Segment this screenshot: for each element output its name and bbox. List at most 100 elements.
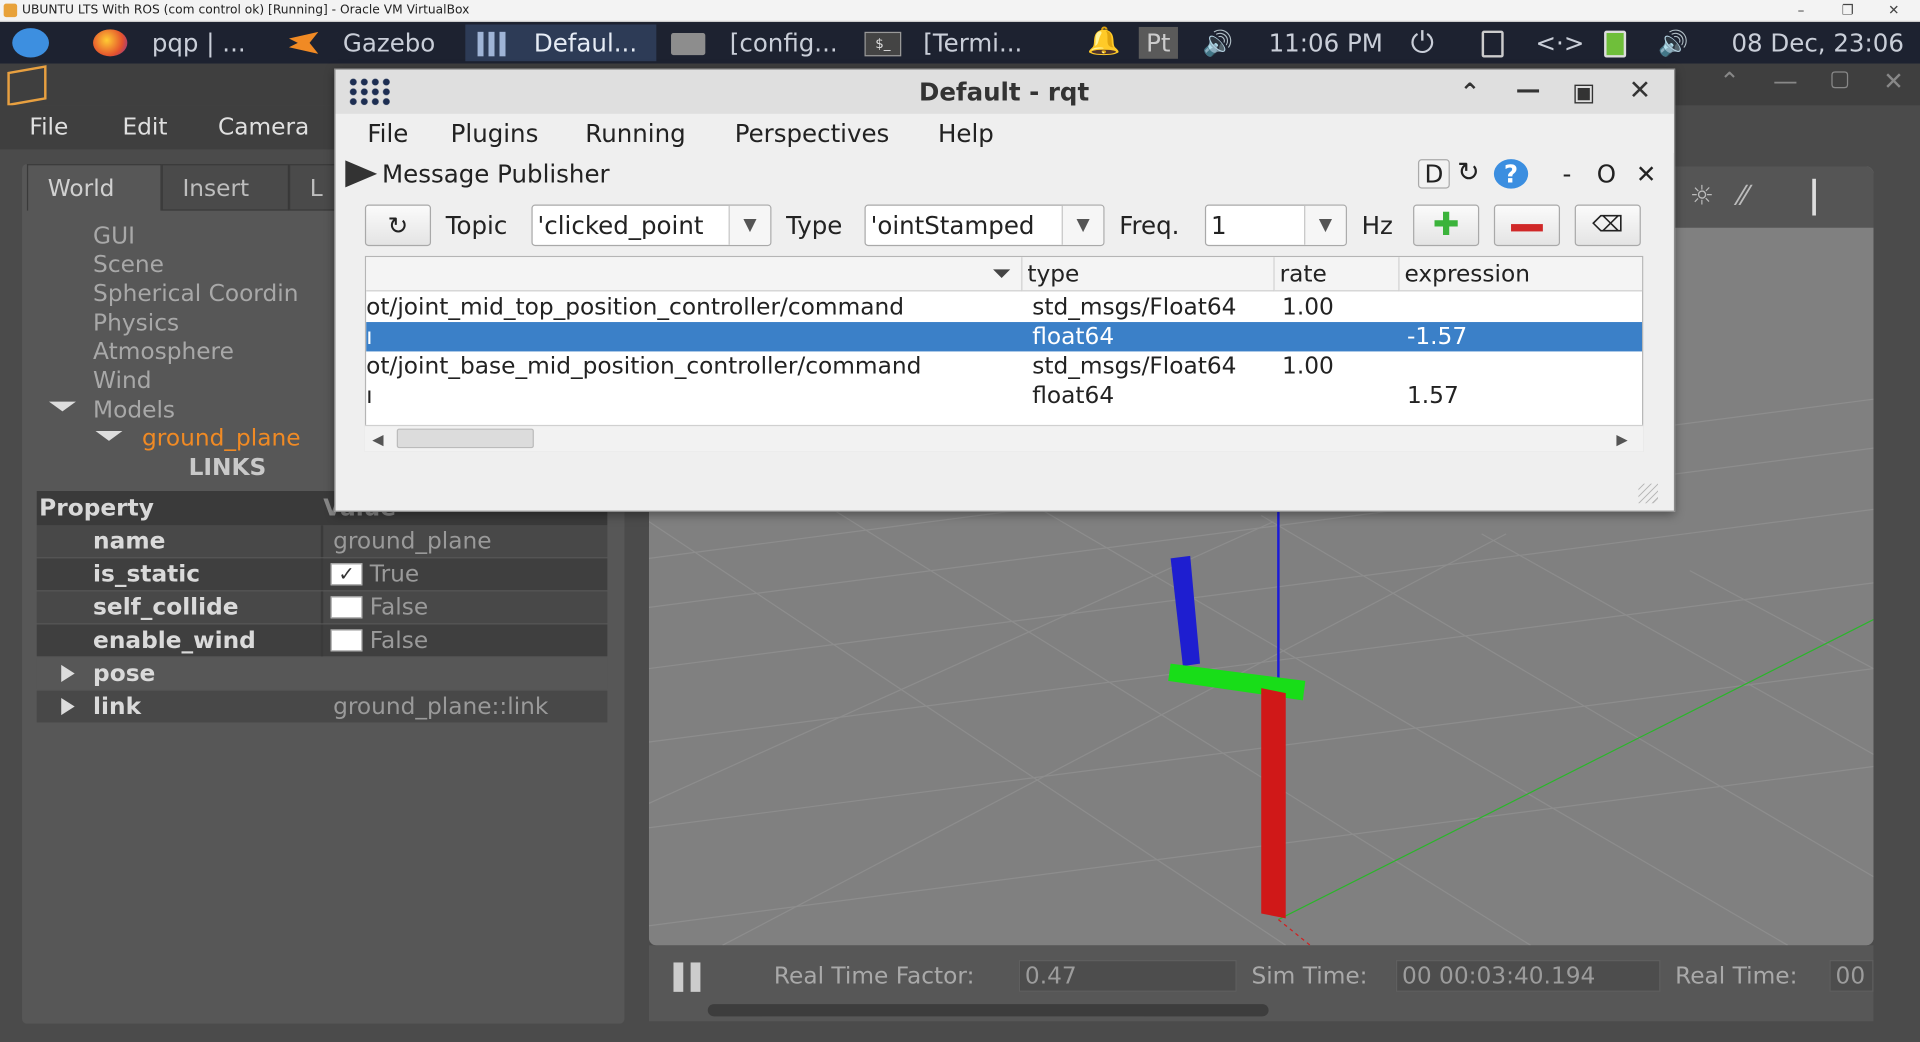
date-time[interactable]: 08 Dec, 23:06 [1731, 22, 1903, 64]
tree-item-atmosphere[interactable]: Atmosphere [93, 338, 234, 365]
tab-insert[interactable]: Insert [161, 164, 289, 211]
property-row-name[interactable]: name ground_plane [36, 525, 608, 558]
restore-button[interactable]: ❐ [1842, 0, 1854, 22]
property-row-pose[interactable]: pose [36, 657, 608, 690]
chevron-down-icon[interactable]: ▼ [1061, 205, 1104, 245]
maximize-icon[interactable]: ▢ [1829, 66, 1850, 92]
freq-combobox[interactable]: 1 ▼ [1204, 204, 1347, 247]
chevron-down-icon[interactable] [48, 401, 76, 412]
topic-combobox[interactable]: 'clicked_point ▼ [531, 204, 772, 247]
col-type[interactable]: type [1022, 257, 1275, 292]
app-menu-icon[interactable] [12, 28, 49, 58]
tree-item-models[interactable]: Models [93, 397, 175, 424]
self-collide-checkbox[interactable] [330, 596, 363, 619]
rqt-menu-file[interactable]: File [367, 114, 408, 153]
chevron-down-icon[interactable] [95, 431, 123, 441]
col-topic[interactable] [366, 257, 1023, 292]
scroll-left-icon[interactable]: ◀ [372, 431, 383, 448]
gazebo-logo-icon [7, 65, 47, 107]
gazebo-menubar: File Edit Camera [0, 105, 343, 150]
resize-grip-icon[interactable] [1638, 483, 1658, 504]
help-icon[interactable]: ? [1493, 159, 1529, 189]
property-value: False [369, 593, 429, 621]
table-row[interactable]: ı float64 1.57 [366, 381, 1642, 410]
rqt-menu-running[interactable]: Running [585, 114, 685, 153]
menu-file[interactable]: File [29, 105, 68, 149]
tree-item-spherical[interactable]: Spherical Coordin [93, 280, 298, 307]
property-row-self-collide[interactable]: self_collide False [36, 591, 608, 624]
table-row[interactable]: ot/joint_mid_top_position_controller/com… [366, 293, 1642, 322]
freq-value: 1 [1211, 210, 1227, 241]
menu-camera[interactable]: Camera [218, 105, 309, 149]
horizontal-scrollbar[interactable] [707, 1004, 1269, 1017]
chevron-right-icon[interactable] [61, 697, 75, 716]
property-row-enable-wind[interactable]: enable_wind False [36, 624, 608, 657]
rqt-titlebar[interactable]: Default - rqt ⌃ — ▣ ✕ [335, 67, 1674, 114]
tab-world[interactable]: World [26, 164, 162, 211]
plugin-float-button[interactable]: O [1597, 153, 1616, 195]
chevron-down-icon[interactable]: ▼ [1304, 205, 1346, 245]
chevron-down-icon[interactable]: ▼ [728, 205, 771, 245]
rqt-menu-help[interactable]: Help [938, 114, 994, 153]
clock[interactable]: 11:06 PM [1269, 22, 1383, 64]
refresh-button[interactable]: ↻ [364, 204, 432, 247]
tree-item-scene[interactable]: Scene [93, 251, 164, 278]
task-config[interactable]: [config... [722, 24, 845, 61]
gazebo-status-bar: Real Time Factor: 0.47 Sim Time: 00 00:0… [648, 945, 1874, 1022]
maximize-icon[interactable]: ▣ [1572, 70, 1595, 114]
add-publisher-button[interactable]: ✚ [1413, 204, 1480, 247]
enable-wind-checkbox[interactable] [330, 629, 363, 652]
table-row-selected[interactable]: ı float64 -1.57 [366, 322, 1643, 352]
power-icon[interactable]: ⏻ [1411, 22, 1434, 64]
tree-item-physics[interactable]: Physics [93, 310, 179, 337]
remove-publisher-button[interactable] [1493, 204, 1561, 247]
col-rate[interactable]: rate [1274, 257, 1400, 292]
sort-down-icon[interactable] [993, 269, 1011, 278]
menu-edit[interactable]: Edit [122, 105, 167, 149]
row-expression[interactable]: 1.57 [1407, 381, 1459, 410]
rqt-menu-plugins[interactable]: Plugins [451, 114, 539, 153]
virtualbox-titlebar: UBUNTU LTS With ROS (com control ok) [Ru… [0, 0, 1920, 23]
scroll-right-icon[interactable]: ▶ [1616, 431, 1627, 448]
minimize-icon[interactable]: — [1516, 67, 1540, 111]
pause-icon[interactable] [673, 962, 684, 992]
table-row[interactable]: ot/joint_base_mid_position_controller/co… [366, 351, 1642, 380]
property-row-is-static[interactable]: is_static ✓ True [36, 558, 608, 591]
bell-icon[interactable]: 🔔 [1087, 22, 1121, 64]
col-expression[interactable]: expression [1399, 257, 1643, 292]
chevron-up-icon[interactable]: ⌃ [1460, 70, 1481, 114]
chevron-right-icon[interactable] [61, 664, 75, 683]
clear-button[interactable]: ⌫ [1574, 204, 1641, 247]
table-horizontal-scrollbar[interactable]: ◀ ▶ [364, 424, 1644, 452]
task-firefox[interactable]: pqp | ... [144, 24, 253, 61]
is-static-checkbox[interactable]: ✓ [330, 563, 363, 586]
plugin-minimize-button[interactable]: - [1562, 153, 1571, 195]
network-icon[interactable]: <·> [1536, 22, 1585, 64]
close-icon[interactable]: ✕ [1883, 66, 1904, 95]
type-combobox[interactable]: 'ointStamped ▼ [864, 204, 1105, 247]
minimize-icon[interactable]: — [1773, 66, 1797, 95]
tree-item-gui[interactable]: GUI [93, 223, 135, 250]
sun-icon[interactable]: ☼ [1690, 181, 1714, 212]
stripes-icon[interactable]: ⁄⁄ [1739, 181, 1748, 212]
scrollbar-thumb[interactable] [396, 428, 534, 449]
close-icon[interactable]: ✕ [1629, 70, 1652, 114]
minimize-button[interactable]: – [1798, 0, 1805, 22]
volume-icon-2[interactable]: 🔊 [1658, 22, 1688, 64]
reload-icon[interactable]: ↻ [1457, 153, 1480, 195]
task-terminal[interactable]: [Termi... [916, 24, 1030, 61]
property-row-link[interactable]: link ground_plane::link [36, 690, 608, 723]
row-rate: 1.00 [1282, 352, 1334, 380]
chevron-up-icon[interactable]: ⌃ [1719, 66, 1740, 95]
pause-icon[interactable] [690, 962, 701, 992]
row-expression[interactable]: -1.57 [1407, 322, 1467, 351]
debug-button[interactable]: D [1417, 159, 1450, 189]
plugin-close-button[interactable]: ✕ [1636, 153, 1657, 195]
task-gazebo[interactable]: Gazebo [336, 24, 443, 61]
close-button[interactable]: ✕ [1888, 0, 1899, 22]
keyboard-layout-indicator[interactable]: Pt [1138, 26, 1178, 59]
tree-item-ground-plane[interactable]: ground_plane [142, 425, 300, 452]
rqt-menu-perspectives[interactable]: Perspectives [735, 114, 890, 153]
tree-item-wind[interactable]: Wind [93, 367, 151, 394]
volume-icon[interactable]: 🔊 [1202, 22, 1232, 64]
